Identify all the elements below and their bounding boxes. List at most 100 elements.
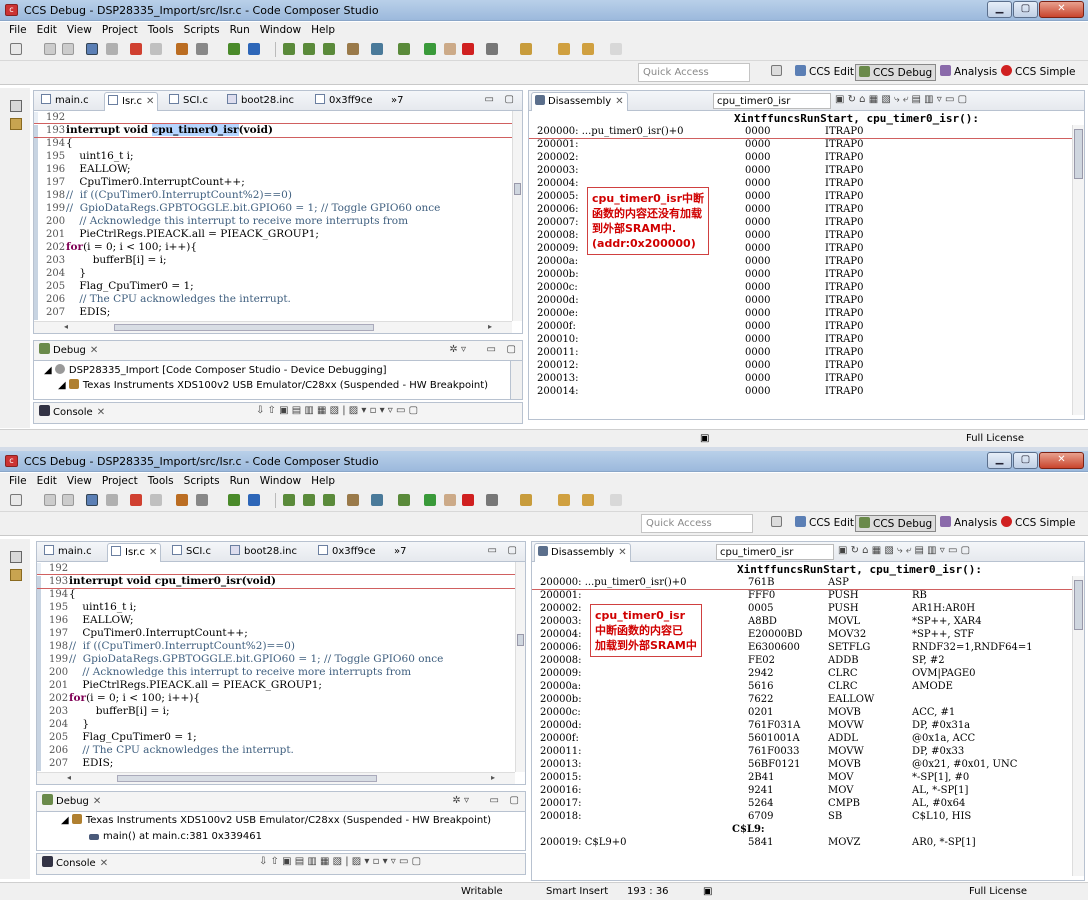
- disassembly-row[interactable]: 200011: 761F0033 MOVW DP, #0x33: [532, 745, 1072, 758]
- build-icon[interactable]: [196, 43, 208, 55]
- step-over-icon[interactable]: [303, 43, 315, 55]
- disassembly-location-input[interactable]: [716, 544, 834, 560]
- printer-icon[interactable]: [106, 43, 118, 55]
- terminate-icon[interactable]: [462, 43, 474, 55]
- disassembly-row[interactable]: 200002: 0000 ITRAP0: [529, 151, 1072, 164]
- open-perspective-button[interactable]: [768, 64, 788, 81]
- close-tab-icon[interactable]: ✕: [618, 547, 626, 558]
- disassembly-row[interactable]: 20000c: 0000 ITRAP0: [529, 281, 1072, 294]
- disassembly-row[interactable]: 200000: ...pu_timer0_isr()+0 761B ASP: [532, 576, 1072, 590]
- new-icon[interactable]: [10, 494, 22, 506]
- step-into-icon[interactable]: [283, 494, 295, 506]
- reset-icon[interactable]: [371, 43, 383, 55]
- code-line[interactable]: 193interrupt void cpu_timer0_isr(void): [37, 574, 515, 589]
- menu-edit[interactable]: Edit: [37, 22, 57, 39]
- minimize-view-icon[interactable]: ▭: [490, 795, 499, 806]
- menu-scripts[interactable]: Scripts: [184, 22, 220, 39]
- disassembly-row[interactable]: 20000a: 0000 ITRAP0: [529, 255, 1072, 268]
- code-line[interactable]: 204 }: [37, 718, 515, 732]
- menu-file[interactable]: File: [9, 22, 27, 39]
- minimize-view-icon[interactable]: ▭: [487, 344, 496, 355]
- code-line[interactable]: 199// GpioDataRegs.GPBTOGGLE.bit.GPIO60 …: [37, 653, 515, 667]
- editor-vertical-scrollbar[interactable]: [515, 562, 525, 772]
- menu-project[interactable]: Project: [102, 473, 138, 490]
- terminate-icon[interactable]: [462, 494, 474, 506]
- close-tab-icon[interactable]: ✕: [149, 547, 157, 558]
- tab-boot28-inc[interactable]: boot28.inc: [227, 543, 300, 562]
- step-over-icon[interactable]: [303, 494, 315, 506]
- nav-forward-icon[interactable]: [610, 43, 622, 55]
- maximize-view-icon[interactable]: ▢: [507, 344, 516, 355]
- flash-icon[interactable]: [176, 43, 188, 55]
- code-line[interactable]: 194{: [34, 137, 512, 151]
- menu-scripts[interactable]: Scripts: [184, 473, 220, 490]
- nav-forward-icon[interactable]: [610, 494, 622, 506]
- disassembly-row[interactable]: 20000b: 0000 ITRAP0: [529, 268, 1072, 281]
- code-line[interactable]: 197 CpuTimer0.InterruptCount++;: [37, 627, 515, 641]
- save-all-icon[interactable]: [62, 494, 74, 506]
- disassembly-row[interactable]: 200012: 0000 ITRAP0: [529, 359, 1072, 372]
- watch-icon[interactable]: [150, 494, 162, 506]
- code-line[interactable]: 195 uint16_t i;: [34, 150, 512, 164]
- disassembly-row[interactable]: 200019: C$L9+0 5841 MOVZ AR0, *-SP[1]: [532, 836, 1072, 849]
- restart-icon[interactable]: [347, 494, 359, 506]
- reset-icon[interactable]: [371, 494, 383, 506]
- back-icon[interactable]: [558, 43, 570, 55]
- flash-icon[interactable]: [176, 494, 188, 506]
- settings-icon[interactable]: [486, 494, 498, 506]
- disassembly-toolbar[interactable]: ▣ ↻ ⌂ ▦ ▧ ⤷ ⤶ ▤ ▥ ▿ ▭ ▢: [838, 545, 970, 556]
- debug-run-icon[interactable]: [228, 494, 240, 506]
- code-line[interactable]: 198// if ((CpuTimer0.InterruptCount%2)==…: [34, 189, 512, 203]
- code-line[interactable]: 196 EALLOW;: [37, 614, 515, 628]
- code-line[interactable]: 200 // Acknowledge this interrupt to rec…: [37, 666, 515, 680]
- disassembly-row[interactable]: 20000b: 7622 EALLOW: [532, 693, 1072, 706]
- restart-icon[interactable]: [347, 43, 359, 55]
- restore-icon[interactable]: [10, 551, 22, 563]
- scroll-thumb[interactable]: [1074, 580, 1083, 630]
- close-button[interactable]: ✕: [1039, 452, 1084, 469]
- project-explorer-icon[interactable]: [10, 569, 22, 581]
- suspend-icon[interactable]: [444, 494, 456, 506]
- code-line[interactable]: 201 PieCtrlRegs.PIEACK.all = PIEACK_GROU…: [34, 228, 512, 242]
- suspend-icon[interactable]: [444, 43, 456, 55]
- debug-scrollbar[interactable]: [510, 360, 523, 400]
- skip-breakpoints-icon[interactable]: [130, 43, 142, 55]
- menu-run[interactable]: Run: [230, 22, 250, 39]
- code-line[interactable]: 202 for(i = 0; i < 100; i++){: [34, 241, 512, 255]
- disassembly-row[interactable]: 200001: 0000 ITRAP0: [529, 138, 1072, 151]
- disassembly-row[interactable]: 20000e: 0000 ITRAP0: [529, 307, 1072, 320]
- tools-icon[interactable]: [520, 43, 532, 55]
- scroll-thumb[interactable]: [517, 634, 524, 646]
- tab-disassembly[interactable]: Disassembly ✕: [534, 543, 631, 562]
- disassembly-row[interactable]: 200016: 9241 MOV AL, *-SP[1]: [532, 784, 1072, 797]
- maximize-view-icon[interactable]: ▢: [510, 795, 519, 806]
- code-line[interactable]: 201 PieCtrlRegs.PIEACK.all = PIEACK_GROU…: [37, 679, 515, 693]
- step-return-icon[interactable]: [323, 494, 335, 506]
- perspective-ccs-debug[interactable]: CCS Debug: [855, 515, 937, 532]
- menu-view[interactable]: View: [67, 473, 92, 490]
- tab-isr-c[interactable]: Isr.c ✕: [107, 543, 162, 562]
- code-line[interactable]: 206 // The CPU acknowledges the interrup…: [34, 293, 512, 307]
- tab-debug[interactable]: Debug ✕: [36, 342, 101, 361]
- debug-view-menu-icon[interactable]: ✲ ▿: [449, 344, 466, 355]
- code-line[interactable]: 198// if ((CpuTimer0.InterruptCount%2)==…: [37, 640, 515, 654]
- maximize-view-icon[interactable]: ▢: [508, 545, 517, 556]
- skip-breakpoints-icon[interactable]: [130, 494, 142, 506]
- code-line[interactable]: 206 // The CPU acknowledges the interrup…: [37, 744, 515, 758]
- disassembly-row[interactable]: 200000: ...pu_timer0_isr()+0 0000 ITRAP0: [529, 125, 1072, 139]
- disassembly-row[interactable]: 200001: FFF0 PUSH RB: [532, 589, 1072, 602]
- perspective-analysis[interactable]: Analysis: [937, 515, 1000, 532]
- disassembly-row[interactable]: 20000a: 5616 CLRC AMODE: [532, 680, 1072, 693]
- code-line[interactable]: 207 EDIS;: [34, 306, 512, 320]
- disassembly-scrollbar[interactable]: [1072, 125, 1084, 415]
- project-explorer-icon[interactable]: [10, 118, 22, 130]
- tab-sci-c[interactable]: SCI.c: [166, 92, 211, 111]
- code-line[interactable]: 200 // Acknowledge this interrupt to rec…: [34, 215, 512, 229]
- maximize-view-icon[interactable]: ▢: [505, 94, 514, 105]
- save-all-icon[interactable]: [62, 43, 74, 55]
- open-perspective-button[interactable]: [768, 515, 788, 532]
- disassembly-row[interactable]: 200013: 0000 ITRAP0: [529, 372, 1072, 385]
- disassembly-row[interactable]: 200015: 2B41 MOV *-SP[1], #0: [532, 771, 1072, 784]
- scroll-thumb[interactable]: [114, 324, 374, 331]
- menu-tools[interactable]: Tools: [148, 473, 174, 490]
